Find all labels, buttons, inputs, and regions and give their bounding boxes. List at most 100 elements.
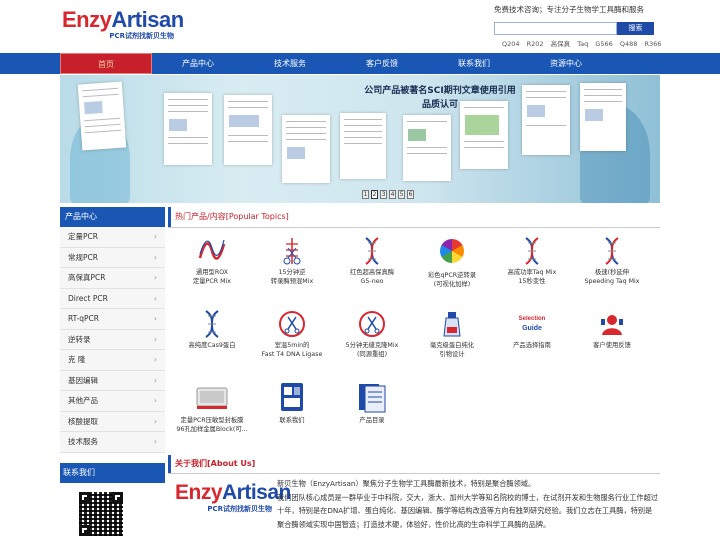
pager-dot[interactable]: 5 — [398, 190, 405, 199]
sidebar-item-tech-service[interactable]: 技术服务 › — [60, 432, 165, 453]
sidebar-item-gene-editing[interactable]: 基因编辑 › — [60, 370, 165, 391]
hero-banner[interactable]: 公司产品被著名SCI期刊文章使用引用 品质认可 1 2 3 4 5 6 — [60, 75, 660, 203]
site-logo[interactable]: EnzyArtisan PCR试剂找新贝生物 — [62, 8, 184, 44]
sidebar-item-hifi-pcr[interactable]: 高保真PCR › — [60, 268, 165, 289]
topic-tile[interactable]: 高纯度Cas9蛋白 — [172, 309, 252, 351]
sidebar-item-qpcr[interactable]: 定量PCR › — [60, 227, 165, 248]
about-logo-wordmark: EnzyArtisan — [175, 481, 291, 505]
topic-label-line: Speeding Taq Mix — [584, 277, 640, 285]
sidebar-item-pcr[interactable]: 常规PCR › — [60, 247, 165, 268]
sidebar-item-extraction[interactable]: 核酸提取 › — [60, 411, 165, 432]
topic-label-line: 定量PCR Mix — [192, 277, 232, 285]
hot-keyword-link[interactable]: 高保真 — [551, 40, 571, 48]
hot-keyword-link[interactable]: Taq — [577, 40, 588, 48]
topic-label: 产品选择指南 — [492, 342, 572, 351]
sidebar-item-other[interactable]: 其他产品 › — [60, 391, 165, 412]
topic-tile[interactable]: Selection Guide 产品选择指南 — [492, 309, 572, 351]
topic-tile[interactable]: 客户使用反馈 — [572, 309, 652, 351]
qr-finder — [79, 525, 90, 536]
topic-label-line: 联系我们 — [279, 417, 305, 424]
pager-dot[interactable]: 3 — [380, 190, 387, 199]
topic-label: 高纯度Cas9蛋白 — [172, 342, 252, 351]
about-text: 新贝生物（EnzyArtisan）聚焦分子生物学工具酶最新技术，特别是聚合酶领域… — [277, 477, 658, 531]
hot-topics-header: 热门产品/内容[Popular Topics] — [168, 207, 660, 228]
nav-products[interactable]: 产品中心 — [152, 53, 244, 74]
hot-keyword-link[interactable]: R366 — [644, 40, 661, 48]
topic-tile[interactable]: 联系我们 — [252, 380, 332, 426]
pager-dot[interactable]: 4 — [389, 190, 396, 199]
sidebar-item-rt[interactable]: 逆转录 › — [60, 329, 165, 350]
catalog-icon — [355, 380, 389, 414]
topic-tile[interactable]: 红色超高保真酶 G5-neo — [332, 236, 412, 286]
search-button[interactable]: 搜索 — [617, 22, 654, 35]
topic-label-line: 产品选择指南 — [513, 342, 551, 349]
topic-label: 5分钟无缝克隆Mix (同源重组) — [332, 342, 412, 359]
banner-pager: 1 2 3 4 5 6 — [362, 190, 416, 199]
pager-dot[interactable]: 6 — [407, 190, 414, 199]
pager-dot[interactable]: 1 — [362, 190, 369, 199]
topic-tile[interactable]: 毫克级蛋白纯化 引物设计 — [412, 309, 492, 359]
topic-tile[interactable]: 彩色qPCR逆转录 (可视化加样) — [412, 236, 492, 289]
topic-label: 室温5min的 Fast T4 DNA Ligase — [252, 342, 332, 359]
guide-word: Guide — [522, 325, 542, 332]
chevron-right-icon: › — [153, 293, 157, 303]
pager-dot-active[interactable]: 2 — [371, 190, 378, 199]
scissors-circle-icon — [277, 309, 307, 339]
topic-tile[interactable]: 产品目录 — [332, 380, 412, 426]
nav-contact[interactable]: 联系我们 — [428, 53, 520, 74]
topic-label-line: 极速(秒延伸 — [595, 269, 629, 276]
banner-headline-line1: 公司产品被著名SCI期刊文章使用引用 — [364, 86, 516, 96]
topic-tile[interactable]: 5分钟无缝克隆Mix (同源重组) — [332, 309, 412, 359]
chevron-right-icon: › — [153, 334, 157, 344]
plate-icon — [195, 380, 229, 414]
topic-label: 产品目录 — [332, 417, 412, 426]
banner-headline-line2: 品质认可 — [421, 100, 458, 110]
sidebar-item-label: 其他产品 — [68, 396, 98, 405]
scissors-circle-icon — [357, 309, 387, 339]
topic-label: 彩色qPCR逆转录 (可视化加样) — [412, 272, 492, 289]
nav-resources[interactable]: 资源中心 — [520, 53, 612, 74]
sidebar-item-label: Direct PCR — [68, 293, 108, 303]
chevron-right-icon: › — [153, 314, 157, 323]
sidebar-item-cloning[interactable]: 克 隆 › — [60, 350, 165, 371]
journal-page-image — [164, 93, 212, 165]
topic-label: 联系我们 — [252, 417, 332, 426]
banner-headline: 公司产品被著名SCI期刊文章使用引用 品质认可 — [345, 84, 535, 112]
about-paragraph: 新贝生物（EnzyArtisan）聚焦分子生物学工具酶最新技术，特别是聚合酶领域… — [277, 479, 536, 488]
topic-tile[interactable]: 高成功率Taq Mix 15秒变性 — [492, 236, 572, 286]
search-input[interactable] — [494, 22, 617, 35]
topic-label: 定量PCR压敏型封板膜 96孔加样金属Block(可... — [172, 417, 252, 434]
nav-tech-service[interactable]: 技术服务 — [244, 53, 336, 74]
chevron-right-icon: › — [153, 273, 157, 282]
topic-tile[interactable]: 通用型ROX 定量PCR Mix — [172, 236, 252, 286]
topic-label-line: 室温5min的 — [274, 342, 310, 349]
customer-icon — [597, 309, 627, 339]
nav-home[interactable]: 首页 — [60, 53, 152, 74]
topic-tile[interactable]: 室温5min的 Fast T4 DNA Ligase — [252, 309, 332, 359]
topic-tile[interactable]: 极速(秒延伸 Speeding Taq Mix — [572, 236, 652, 286]
nav-feedback[interactable]: 客户反馈 — [336, 53, 428, 74]
hot-keyword-link[interactable]: R202 — [527, 40, 544, 48]
topic-tile[interactable]: 15分钟逆 转录酶预混Mix — [252, 236, 332, 286]
topic-label-line: 通用型ROX — [195, 269, 229, 276]
sidebar-item-label: 克 隆 — [68, 355, 86, 364]
topic-label-line: 客户使用反馈 — [593, 342, 631, 349]
hot-keyword-link[interactable]: Q204 — [502, 40, 520, 48]
topic-label: 极速(秒延伸 Speeding Taq Mix — [572, 269, 652, 286]
sidebar-item-rt-qpcr[interactable]: RT-qPCR › — [60, 309, 165, 330]
color-wheel-icon — [437, 239, 467, 269]
topic-tile[interactable]: 定量PCR压敏型封板膜 96孔加样金属Block(可... — [172, 380, 252, 434]
header-slogan: 免费技术咨询；专注分子生物学工具酶和服务 — [494, 5, 644, 14]
sidebar-item-direct-pcr[interactable]: Direct PCR › — [60, 288, 165, 309]
topic-label: 15分钟逆 转录酶预混Mix — [252, 269, 332, 286]
topic-label-line: 15分钟逆 — [278, 269, 306, 276]
topic-label-line: 毫克级蛋白纯化 — [429, 342, 475, 349]
hot-topics-title: 热门产品/内容[Popular Topics] — [168, 207, 289, 227]
sidebar-item-label: 核酸提取 — [68, 416, 98, 426]
hot-keyword-link[interactable]: G566 — [595, 40, 612, 48]
topic-label: 通用型ROX 定量PCR Mix — [172, 269, 252, 286]
hot-keyword-link[interactable]: Q488 — [620, 40, 638, 48]
chevron-right-icon: › — [153, 416, 157, 426]
about-paragraph: 我们团队核心成员是一群毕业于中科院，交大，浙大、加州大学等知名院校的博士，在试剂… — [277, 492, 658, 529]
sidebar-item-label: 高保真PCR — [68, 273, 106, 282]
